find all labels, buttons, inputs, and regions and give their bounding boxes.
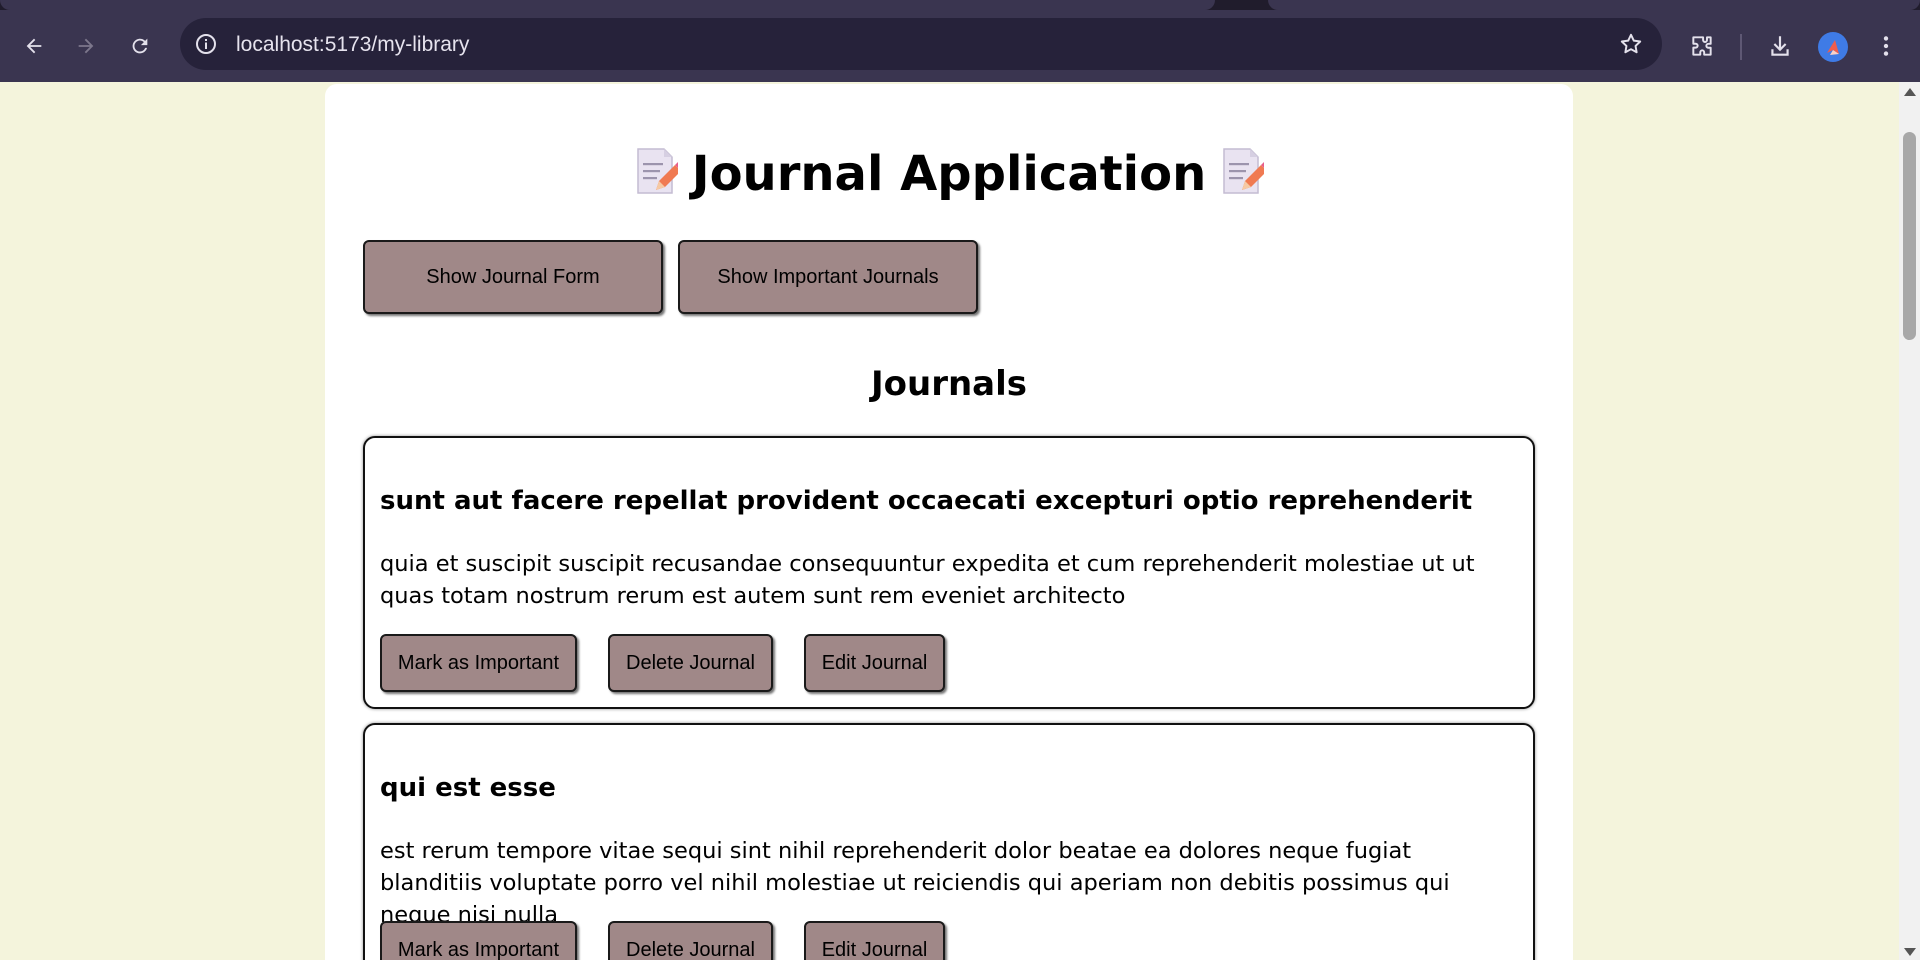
page-title: Journal Application bbox=[325, 146, 1573, 202]
browser-toolbar: localhost:5173/my-library bbox=[0, 10, 1920, 82]
journal-card: sunt aut facere repellat provident occae… bbox=[363, 436, 1535, 709]
site-info-icon[interactable] bbox=[194, 32, 218, 56]
delete-journal-button[interactable]: Delete Journal bbox=[608, 634, 773, 692]
extensions-puzzle-icon[interactable] bbox=[1686, 30, 1718, 62]
scroll-up-arrow-icon[interactable] bbox=[1904, 88, 1916, 96]
browser-tab[interactable] bbox=[1268, 0, 1920, 10]
memo-icon bbox=[1223, 148, 1265, 194]
toolbar-divider bbox=[1740, 34, 1742, 60]
show-important-journals-button[interactable]: Show Important Journals bbox=[678, 240, 978, 314]
forward-arrow-icon[interactable] bbox=[70, 30, 102, 62]
journal-body: est rerum tempore vitae sequi sint nihil… bbox=[380, 838, 1450, 928]
journal-body: quia et suscipit suscipit recusandae con… bbox=[380, 551, 1475, 609]
page-title-text: Journal Application bbox=[691, 146, 1207, 202]
journal-title: sunt aut facere repellat provident occae… bbox=[380, 486, 1473, 516]
address-bar[interactable]: localhost:5173/my-library bbox=[180, 18, 1662, 70]
journal-card: qui est esse est rerum tempore vitae seq… bbox=[363, 723, 1535, 960]
more-menu-icon[interactable] bbox=[1870, 30, 1902, 62]
back-arrow-icon[interactable] bbox=[18, 30, 50, 62]
mark-important-button[interactable]: Mark as Important bbox=[380, 921, 577, 960]
tab-strip bbox=[0, 0, 1920, 10]
browser-tab-active[interactable] bbox=[0, 0, 1215, 10]
profile-avatar[interactable] bbox=[1818, 32, 1848, 62]
vertical-scrollbar[interactable] bbox=[1899, 82, 1920, 960]
mark-important-button[interactable]: Mark as Important bbox=[380, 634, 577, 692]
app-container: Journal Application Show Journal Form Sh… bbox=[325, 84, 1573, 960]
reload-icon[interactable] bbox=[124, 30, 156, 62]
memo-icon bbox=[636, 148, 678, 194]
url-text[interactable]: localhost:5173/my-library bbox=[236, 33, 469, 57]
page-viewport: Journal Application Show Journal Form Sh… bbox=[0, 82, 1899, 960]
bookmark-star-icon[interactable] bbox=[1618, 31, 1644, 57]
edit-journal-button[interactable]: Edit Journal bbox=[804, 634, 945, 692]
download-icon[interactable] bbox=[1764, 30, 1796, 62]
scroll-down-arrow-icon[interactable] bbox=[1904, 948, 1916, 956]
show-journal-form-button[interactable]: Show Journal Form bbox=[363, 240, 663, 314]
scrollbar-thumb[interactable] bbox=[1903, 132, 1916, 340]
delete-journal-button[interactable]: Delete Journal bbox=[608, 921, 773, 960]
edit-journal-button[interactable]: Edit Journal bbox=[804, 921, 945, 960]
journals-heading: Journals bbox=[870, 364, 1028, 404]
journal-title: qui est esse bbox=[380, 773, 556, 803]
